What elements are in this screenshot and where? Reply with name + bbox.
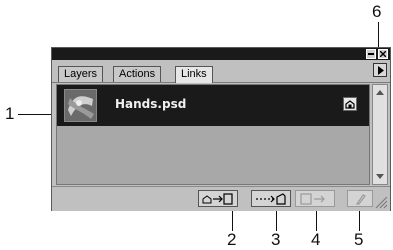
relink-button[interactable] bbox=[347, 190, 373, 207]
relink-icon bbox=[355, 193, 366, 205]
resize-grip-icon[interactable] bbox=[374, 195, 388, 209]
callout-2: 2 bbox=[227, 230, 237, 249]
link-row-selected[interactable]: Hands.psd bbox=[57, 85, 369, 126]
go-to-link-icon bbox=[202, 192, 233, 205]
callout-6: 6 bbox=[372, 2, 382, 21]
triangle-right-icon bbox=[377, 65, 384, 75]
tab-actions[interactable]: Actions bbox=[113, 66, 162, 82]
panel-menu-button[interactable] bbox=[373, 63, 387, 77]
close-icon[interactable] bbox=[378, 49, 388, 59]
go-to-link-button[interactable] bbox=[198, 190, 238, 207]
links-list: Hands.psd bbox=[56, 84, 370, 185]
callout-1: 1 bbox=[5, 104, 15, 123]
panel-footer bbox=[52, 186, 390, 211]
minimize-icon[interactable] bbox=[366, 49, 376, 59]
scroll-up-arrow-icon[interactable] bbox=[373, 86, 387, 99]
link-status-icon bbox=[343, 97, 357, 111]
links-panel: Layers Actions Links Hands.psd bbox=[51, 47, 391, 211]
tab-links[interactable]: Links bbox=[175, 66, 213, 83]
tab-layers[interactable]: Layers bbox=[58, 66, 104, 82]
edit-original-button[interactable] bbox=[251, 190, 291, 207]
tab-strip: Layers Actions Links bbox=[52, 60, 390, 83]
link-filename: Hands.psd bbox=[115, 97, 187, 111]
update-link-button[interactable] bbox=[295, 190, 335, 207]
edit-original-icon bbox=[256, 192, 286, 205]
callout-4: 4 bbox=[311, 230, 321, 249]
panel-title-bar[interactable] bbox=[52, 48, 390, 60]
callout-5: 5 bbox=[354, 230, 364, 249]
scroll-down-arrow-icon[interactable] bbox=[373, 170, 387, 183]
update-link-icon bbox=[300, 192, 325, 205]
callout-3: 3 bbox=[271, 230, 281, 249]
link-thumbnail bbox=[64, 89, 97, 122]
vertical-scrollbar[interactable] bbox=[372, 84, 388, 185]
